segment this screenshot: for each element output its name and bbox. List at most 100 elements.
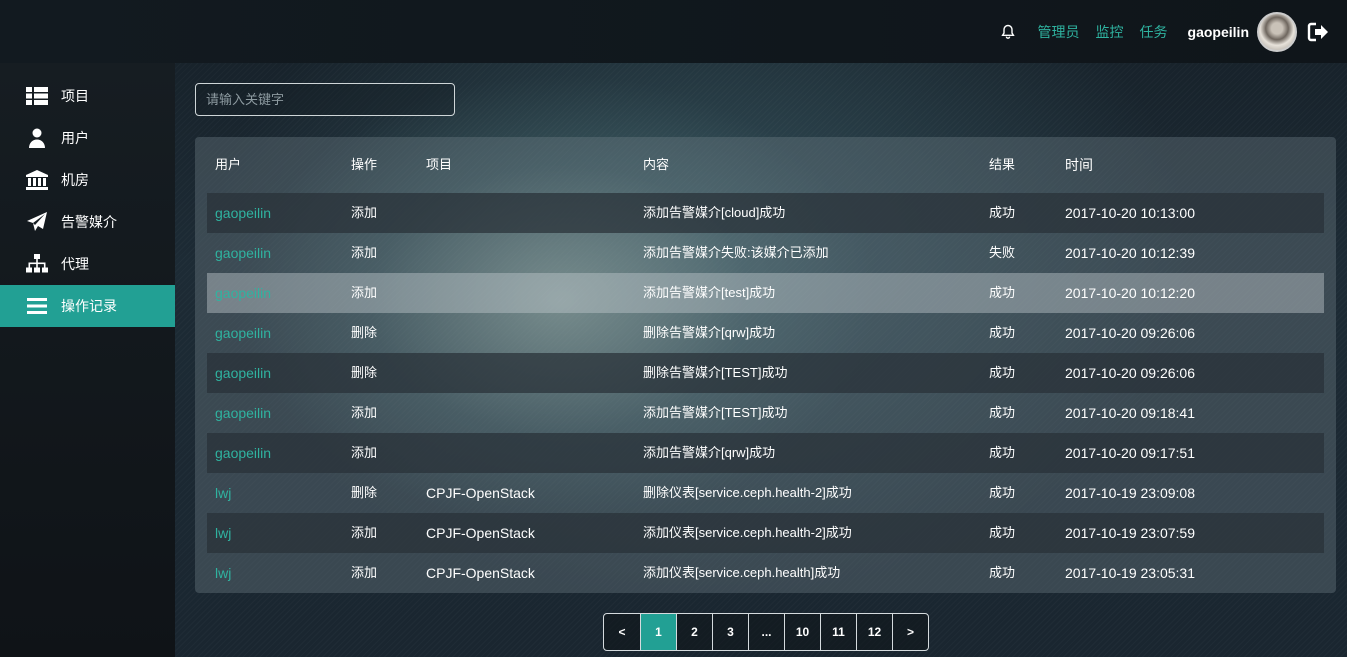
table-row[interactable]: gaopeilin 删除 删除告警媒介[qrw]成功 成功 2017-10-20 09:… — [207, 313, 1324, 353]
cell-content: 添加仪表[service.ceph.health-2]成功 — [643, 525, 852, 540]
sidebar-item-label: 项目 — [61, 88, 89, 104]
sidebar-item-datacenter[interactable]: 机房 — [0, 159, 175, 201]
column-header-project: 项目 — [426, 157, 453, 172]
table-header: 用户 操作 项目 内容 结果 时间 — [195, 137, 1336, 193]
sidebar-item-users[interactable]: 用户 — [0, 117, 175, 159]
cell-user[interactable]: lwj — [215, 553, 231, 593]
cell-content: 添加告警媒介[cloud]成功 — [643, 205, 786, 220]
table-row[interactable]: lwj 添加 CPJF-OpenStack 添加仪表[service.ceph.hea… — [207, 513, 1324, 553]
menu-bars-icon — [26, 296, 48, 316]
cell-result: 成功 — [989, 325, 1016, 340]
pagination: <1 2 3... 10 11 12 > — [603, 613, 929, 651]
page-button[interactable]: 10 — [784, 614, 820, 650]
username[interactable]: gaopeilin — [1188, 24, 1249, 40]
top-bar: 管理员 监控 任务 gaopeilin — [0, 0, 1347, 63]
sidebar-item-label: 代理 — [61, 256, 89, 272]
cell-user[interactable]: gaopeilin — [215, 233, 271, 273]
sidebar-item-label: 告警媒介 — [61, 214, 117, 230]
table-row[interactable]: gaopeilin 删除 删除告警媒介[TEST]成功 成功 2017-10-20 09… — [207, 353, 1324, 393]
table-row[interactable]: gaopeilin 添加 添加告警媒介[test]成功 成功 2017-10-20 10… — [207, 273, 1324, 313]
paper-plane-icon — [26, 212, 48, 232]
cell-user[interactable]: gaopeilin — [215, 313, 271, 353]
cell-result: 成功 — [989, 205, 1016, 220]
cell-project: CPJF-OpenStack — [426, 565, 535, 581]
nav-link-admin[interactable]: 管理员 — [1038, 22, 1080, 42]
cell-operation: 添加 — [351, 285, 378, 300]
cell-content: 删除仪表[service.ceph.health-2]成功 — [643, 485, 852, 500]
sitemap-icon — [26, 254, 48, 274]
cell-user[interactable]: gaopeilin — [215, 393, 271, 433]
cell-result: 失败 — [989, 245, 1016, 260]
cell-operation: 添加 — [351, 205, 378, 220]
operation-log-table: 用户 操作 项目 内容 结果 时间 gaopeilin 添加 添加告警媒介[clou… — [195, 137, 1336, 593]
sidebar-item-label: 操作记录 — [61, 298, 117, 314]
cell-operation: 删除 — [351, 325, 378, 340]
avatar[interactable] — [1257, 11, 1297, 52]
cell-time: 2017-10-20 09:17:51 — [1065, 445, 1195, 461]
cell-project: CPJF-OpenStack — [426, 525, 535, 541]
cell-operation: 添加 — [351, 245, 378, 260]
cell-operation: 添加 — [351, 405, 378, 420]
table-row[interactable]: lwj 删除 CPJF-OpenStack 删除仪表[service.ceph.hea… — [207, 473, 1324, 513]
cell-result: 成功 — [989, 485, 1016, 500]
page-button[interactable]: 1 — [640, 614, 676, 650]
sidebar-item-alert-media[interactable]: 告警媒介 — [0, 201, 175, 243]
nav-link-tasks[interactable]: 任务 — [1140, 22, 1168, 42]
logout-icon[interactable] — [1307, 22, 1329, 42]
cell-time: 2017-10-20 10:13:00 — [1065, 205, 1195, 221]
cell-result: 成功 — [989, 365, 1016, 380]
sidebar-item-projects[interactable]: 项目 — [0, 75, 175, 117]
cell-user[interactable]: gaopeilin — [215, 193, 271, 233]
cell-result: 成功 — [989, 285, 1016, 300]
cell-result: 成功 — [989, 565, 1016, 580]
bell-icon[interactable] — [1000, 24, 1016, 40]
cell-user[interactable]: lwj — [215, 513, 231, 553]
sidebar: 项目 用户 机房 告警媒介 代理 操作记录 — [0, 63, 175, 657]
page-ellipsis[interactable]: ... — [748, 614, 784, 650]
cell-time: 2017-10-20 09:26:06 — [1065, 365, 1195, 381]
sidebar-item-proxy[interactable]: 代理 — [0, 243, 175, 285]
page-button[interactable]: 11 — [820, 614, 856, 650]
cell-content: 添加告警媒介失败:该媒介已添加 — [643, 245, 829, 260]
bank-icon — [26, 170, 48, 190]
cell-result: 成功 — [989, 405, 1016, 420]
table-row[interactable]: gaopeilin 添加 添加告警媒介[TEST]成功 成功 2017-10-20 09… — [207, 393, 1324, 433]
next-page-button[interactable]: > — [892, 614, 928, 650]
table-row[interactable]: gaopeilin 添加 添加告警媒介[qrw]成功 成功 2017-10-20 09:… — [207, 433, 1324, 473]
sidebar-item-label: 用户 — [61, 130, 89, 146]
table-row[interactable]: lwj 添加 CPJF-OpenStack 添加仪表[service.ceph.hea… — [207, 553, 1324, 593]
page-button[interactable]: 2 — [676, 614, 712, 650]
table-row[interactable]: gaopeilin 添加 添加告警媒介[cloud]成功 成功 2017-10-20 1… — [207, 193, 1324, 233]
user-icon — [26, 128, 48, 148]
cell-content: 添加告警媒介[test]成功 — [643, 285, 776, 300]
grid-list-icon — [26, 86, 48, 106]
cell-time: 2017-10-20 10:12:20 — [1065, 285, 1195, 301]
table-row[interactable]: gaopeilin 添加 添加告警媒介失败:该媒介已添加 失败 2017-10-20 1… — [207, 233, 1324, 273]
cell-time: 2017-10-19 23:09:08 — [1065, 485, 1195, 501]
cell-user[interactable]: lwj — [215, 473, 231, 513]
cell-time: 2017-10-20 09:26:06 — [1065, 325, 1195, 341]
page-button[interactable]: 3 — [712, 614, 748, 650]
cell-operation: 删除 — [351, 485, 378, 500]
nav-link-monitor[interactable]: 监控 — [1096, 22, 1124, 42]
cell-operation: 添加 — [351, 445, 378, 460]
cell-operation: 添加 — [351, 525, 378, 540]
page-button[interactable]: 12 — [856, 614, 892, 650]
cell-time: 2017-10-20 10:12:39 — [1065, 245, 1195, 261]
cell-user[interactable]: gaopeilin — [215, 353, 271, 393]
cell-content: 删除告警媒介[qrw]成功 — [643, 325, 776, 340]
cell-time: 2017-10-19 23:07:59 — [1065, 525, 1195, 541]
cell-project: CPJF-OpenStack — [426, 485, 535, 501]
cell-time: 2017-10-19 23:05:31 — [1065, 565, 1195, 581]
sidebar-item-operation-log[interactable]: 操作记录 — [0, 285, 175, 327]
cell-user[interactable]: gaopeilin — [215, 273, 271, 313]
cell-operation: 添加 — [351, 565, 378, 580]
column-header-content: 内容 — [643, 157, 670, 172]
column-header-operation: 操作 — [351, 157, 378, 172]
prev-page-button[interactable]: < — [604, 614, 640, 650]
cell-user[interactable]: gaopeilin — [215, 433, 271, 473]
cell-time: 2017-10-20 09:18:41 — [1065, 405, 1195, 421]
cell-content: 添加告警媒介[qrw]成功 — [643, 445, 776, 460]
search-input[interactable] — [195, 83, 455, 116]
cell-content: 添加告警媒介[TEST]成功 — [643, 405, 788, 420]
